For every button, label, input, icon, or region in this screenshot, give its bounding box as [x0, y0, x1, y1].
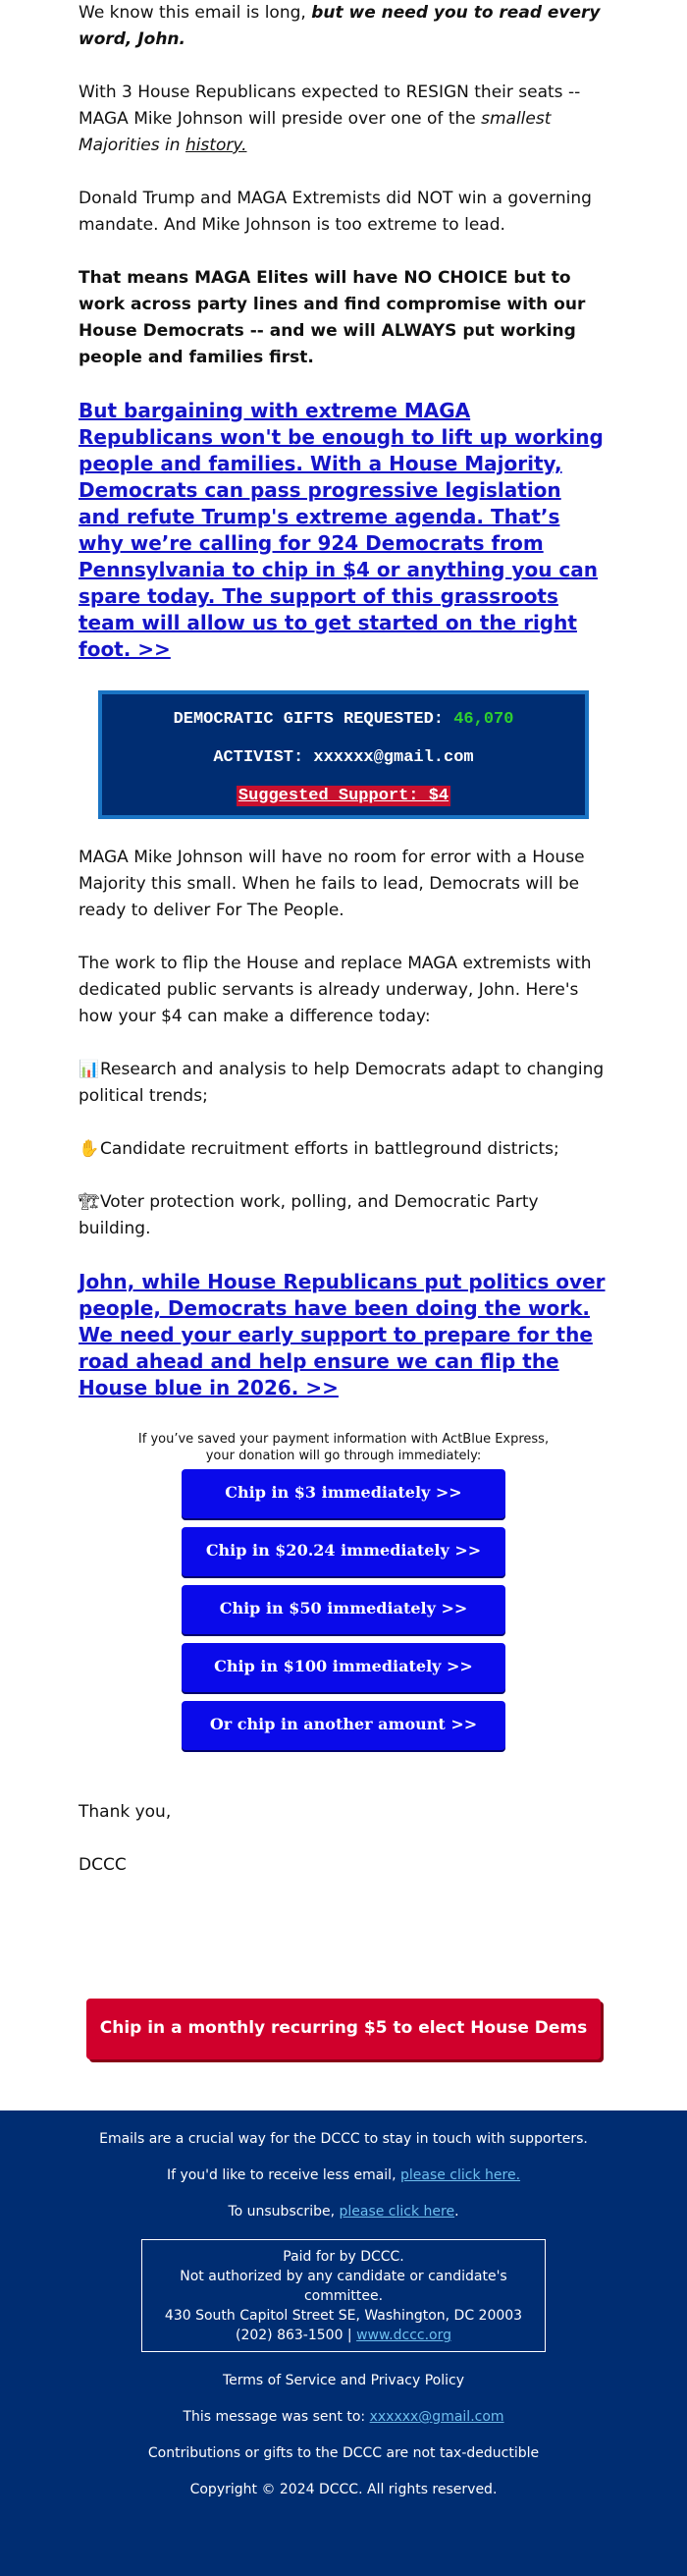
donate-button-stack: Chip in $3 immediately >> Chip in $20.24…	[182, 1469, 505, 1750]
terms-privacy[interactable]: Terms of Service and Privacy Policy	[0, 2372, 687, 2389]
not-authorized-text: Not authorized by any candidate or candi…	[180, 2269, 507, 2304]
less-email-text: If you'd like to receive less email,	[166, 2167, 400, 2183]
bar-chart-icon: 📊	[79, 1060, 100, 1079]
copyright: Copyright © 2024 DCCC. All rights reserv…	[189, 2482, 498, 2497]
chip-in-3-button[interactable]: Chip in $3 immediately >>	[182, 1469, 505, 1518]
chip-in-50-button[interactable]: Chip in $50 immediately >>	[182, 1585, 505, 1634]
actblue-note-line-1: If you’ve saved your payment information…	[137, 1432, 550, 1447]
gifts-requested-row: DEMOCRATIC GIFTS REQUESTED: 46,070	[102, 706, 585, 733]
mandate-paragraph: Donald Trump and MAGA Extremists did NOT…	[79, 189, 592, 235]
sent-to: This message was sent to: xxxxxx@gmail.c…	[0, 2408, 687, 2426]
unsubscribe-text: To unsubscribe,	[228, 2204, 340, 2220]
activist-row: ACTIVIST: xxxxxx@gmail.com	[102, 744, 585, 771]
work-paragraph: The work to flip the House and replace M…	[79, 954, 592, 1026]
bullet-text: Voter protection work, polling, and Demo…	[79, 1192, 539, 1238]
building-construction-icon: 🏗	[79, 1192, 100, 1212]
tax-note: Contributions or gifts to the DCCC are n…	[147, 2445, 540, 2461]
phone-text: (202) 863-1500 |	[235, 2328, 357, 2343]
chip-in-20-24-button[interactable]: Chip in $20.24 immediately >>	[182, 1527, 505, 1576]
footer: Emails are a crucial way for the DCCC to…	[0, 2110, 687, 2576]
footer-crucial: Emails are a crucial way for the DCCC to…	[99, 2131, 588, 2147]
unsubscribe-link[interactable]: please click here	[339, 2204, 454, 2220]
donate-headline-link-2[interactable]: John, while House Republicans put politi…	[79, 1269, 608, 1401]
bullet-text: Research and analysis to help Democrats …	[79, 1060, 605, 1106]
gifts-requested-count: 46,070	[453, 710, 514, 729]
raised-hand-icon: ✋	[79, 1139, 100, 1159]
bullet-text: Candidate recruitment efforts in battleg…	[100, 1139, 559, 1159]
activist-label: ACTIVIST:	[213, 748, 314, 767]
email-body: We know this email is long, but we need …	[0, 0, 687, 1879]
gifts-requested-box: DEMOCRATIC GIFTS REQUESTED: 46,070 ACTIV…	[98, 690, 589, 819]
bullet-voter-protection: 🏗Voter protection work, polling, and Dem…	[79, 1189, 608, 1242]
suggested-support-row: Suggested Support: $4	[102, 783, 585, 809]
intro-lead: We know this email is long,	[79, 3, 312, 23]
bullet-research: 📊Research and analysis to help Democrats…	[79, 1057, 608, 1110]
chip-in-other-amount-button[interactable]: Or chip in another amount >>	[182, 1701, 505, 1750]
intro-paragraph: We know this email is long, but we need …	[79, 0, 608, 53]
chip-in-100-button[interactable]: Chip in $100 immediately >>	[182, 1643, 505, 1692]
signature: DCCC	[79, 1855, 127, 1875]
contact-row: (202) 863-1500 | www.dccc.org	[142, 2326, 545, 2345]
closing: Thank you,	[79, 1802, 172, 1822]
suggested-support-link[interactable]: Suggested Support: $4	[236, 786, 451, 806]
paid-for-text: Paid for by DCCC.	[283, 2249, 404, 2265]
footer-unsubscribe: To unsubscribe, please click here.	[0, 2203, 687, 2220]
activist-email: xxxxxx@gmail.com	[313, 748, 474, 767]
footer-less-email: If you'd like to receive less email, ple…	[0, 2166, 687, 2184]
actblue-express-note: If you’ve saved your payment information…	[79, 1431, 608, 1464]
donate-headline-link-1[interactable]: But bargaining with extreme MAGA Republi…	[79, 398, 608, 663]
sent-to-email-link[interactable]: xxxxxx@gmail.com	[370, 2409, 504, 2425]
no-room-paragraph: MAGA Mike Johnson will have no room for …	[79, 848, 585, 920]
gifts-requested-label: DEMOCRATIC GIFTS REQUESTED:	[173, 710, 454, 729]
less-email-link[interactable]: please click here.	[400, 2167, 520, 2183]
bullet-recruitment: ✋Candidate recruitment efforts in battle…	[79, 1136, 608, 1163]
address-text: 430 South Capitol Street SE, Washington,…	[164, 2308, 523, 2324]
resign-italic-underlined: history.	[185, 136, 247, 155]
website-link[interactable]: www.dccc.org	[356, 2328, 451, 2343]
sent-to-text: This message was sent to:	[183, 2409, 370, 2425]
signoff: Thank you, DCCC	[79, 1799, 608, 1879]
paid-for-box: Paid for by DCCC. Not authorized by any …	[141, 2239, 546, 2352]
no-choice-paragraph: That means MAGA Elites will have NO CHOI…	[79, 268, 586, 367]
resign-paragraph: With 3 House Republicans expected to RES…	[79, 80, 608, 159]
unsubscribe-tail: .	[454, 2204, 459, 2220]
monthly-recurring-button[interactable]: Chip in a monthly recurring $5 to elect …	[86, 1999, 601, 2097]
actblue-note-line-2: your donation will go through immediatel…	[205, 1449, 482, 1463]
